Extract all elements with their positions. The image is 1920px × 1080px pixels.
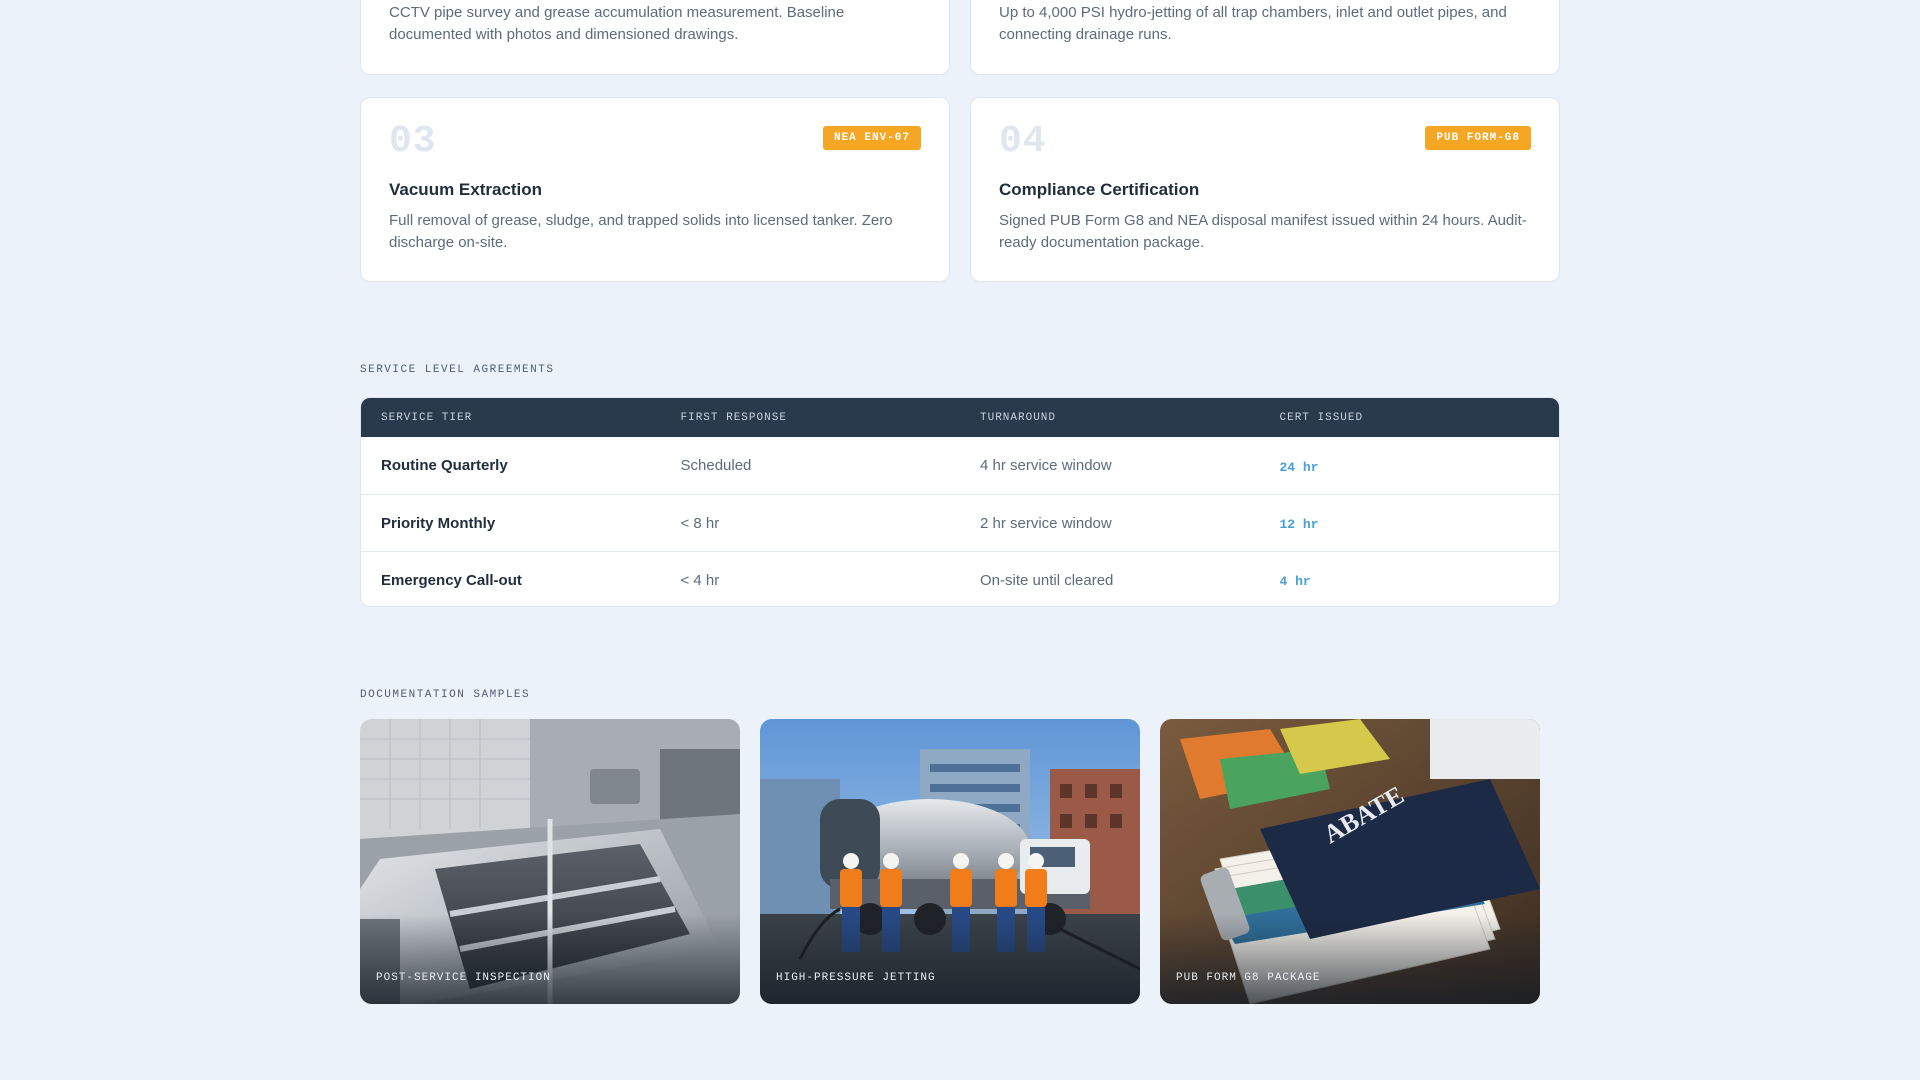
doc-tile-high-pressure-jetting[interactable]: HIGH-PRESSURE JETTING <box>760 719 1140 1004</box>
step-card-01: CCTV pipe survey and grease accumulation… <box>360 0 950 75</box>
cert-issued-cell: 4 hr <box>1279 574 1311 589</box>
cert-issued-cell: 24 hr <box>1279 459 1319 475</box>
step-title: Vacuum Extraction <box>389 180 543 199</box>
caption-shade <box>360 914 740 1004</box>
first-response-cell: < 4 hr <box>680 571 720 589</box>
turnaround-cell: 4 hr service window <box>980 457 1112 474</box>
column-header-cert-issued: CERT ISSUED <box>1279 411 1364 424</box>
sla-table-body: Routine Quarterly Scheduled 4 hr service… <box>361 437 1559 606</box>
step-description: Signed PUB Form G8 and NEA disposal mani… <box>999 212 1527 251</box>
table-row: Priority Monthly < 8 hr 2 hr service win… <box>361 494 1559 551</box>
service-tier-cell: Emergency Call-out <box>381 571 522 589</box>
first-response-cell: < 8 hr <box>680 514 720 532</box>
table-row: Emergency Call-out < 4 hr On-site until … <box>361 551 1559 606</box>
tile-caption: HIGH-PRESSURE JETTING <box>776 972 936 984</box>
step-description: Full removal of grease, sludge, and trap… <box>389 212 893 251</box>
step-number: 03 <box>389 120 437 163</box>
column-header-service-tier: SERVICE TIER <box>381 411 473 424</box>
step-title: Compliance Certification <box>999 180 1200 199</box>
column-header-turnaround: TURNAROUND <box>980 411 1057 424</box>
column-header-first-response: FIRST RESPONSE <box>680 411 787 424</box>
regulation-badge: NEA ENV-07 <box>822 126 921 150</box>
step-description: Up to 4,000 PSI hydro-jetting of all tra… <box>999 4 1507 43</box>
caption-shade <box>760 914 1140 1004</box>
docs-section-label: DOCUMENTATION SAMPLES <box>360 689 531 701</box>
sla-table: SERVICE TIER FIRST RESPONSE TURNAROUND C… <box>360 397 1560 607</box>
tile-caption: PUB FORM G8 PACKAGE <box>1176 972 1321 984</box>
doc-tile-pub-form-g8-package[interactable]: ABATE PUB FORM G8 PACKAGE <box>1160 719 1540 1004</box>
tile-caption: POST-SERVICE INSPECTION <box>376 972 551 984</box>
page: CCTV pipe survey and grease accumulation… <box>0 0 1920 1080</box>
service-tier-cell: Routine Quarterly <box>381 457 508 474</box>
turnaround-cell: On-site until cleared <box>980 571 1114 589</box>
sla-section-label: SERVICE LEVEL AGREEMENTS <box>360 364 555 376</box>
doc-tile-post-service-inspection[interactable]: POST-SERVICE INSPECTION <box>360 719 740 1004</box>
turnaround-cell: 2 hr service window <box>980 514 1112 532</box>
step-card-04: 04 PUB FORM-G8 Compliance Certification … <box>970 97 1560 282</box>
first-response-cell: Scheduled <box>680 457 752 474</box>
service-tier-cell: Priority Monthly <box>381 514 496 532</box>
table-row: Routine Quarterly Scheduled 4 hr service… <box>361 437 1559 494</box>
step-description: CCTV pipe survey and grease accumulation… <box>389 4 845 43</box>
sla-table-header: SERVICE TIER FIRST RESPONSE TURNAROUND C… <box>361 398 1559 437</box>
caption-shade <box>1160 914 1540 1004</box>
cert-issued-cell: 12 hr <box>1279 517 1319 532</box>
step-card-02: Up to 4,000 PSI hydro-jetting of all tra… <box>970 0 1560 75</box>
regulation-badge: PUB FORM-G8 <box>1425 126 1531 150</box>
step-card-03: 03 NEA ENV-07 Vacuum Extraction Full rem… <box>360 97 950 282</box>
step-number: 04 <box>999 120 1047 163</box>
